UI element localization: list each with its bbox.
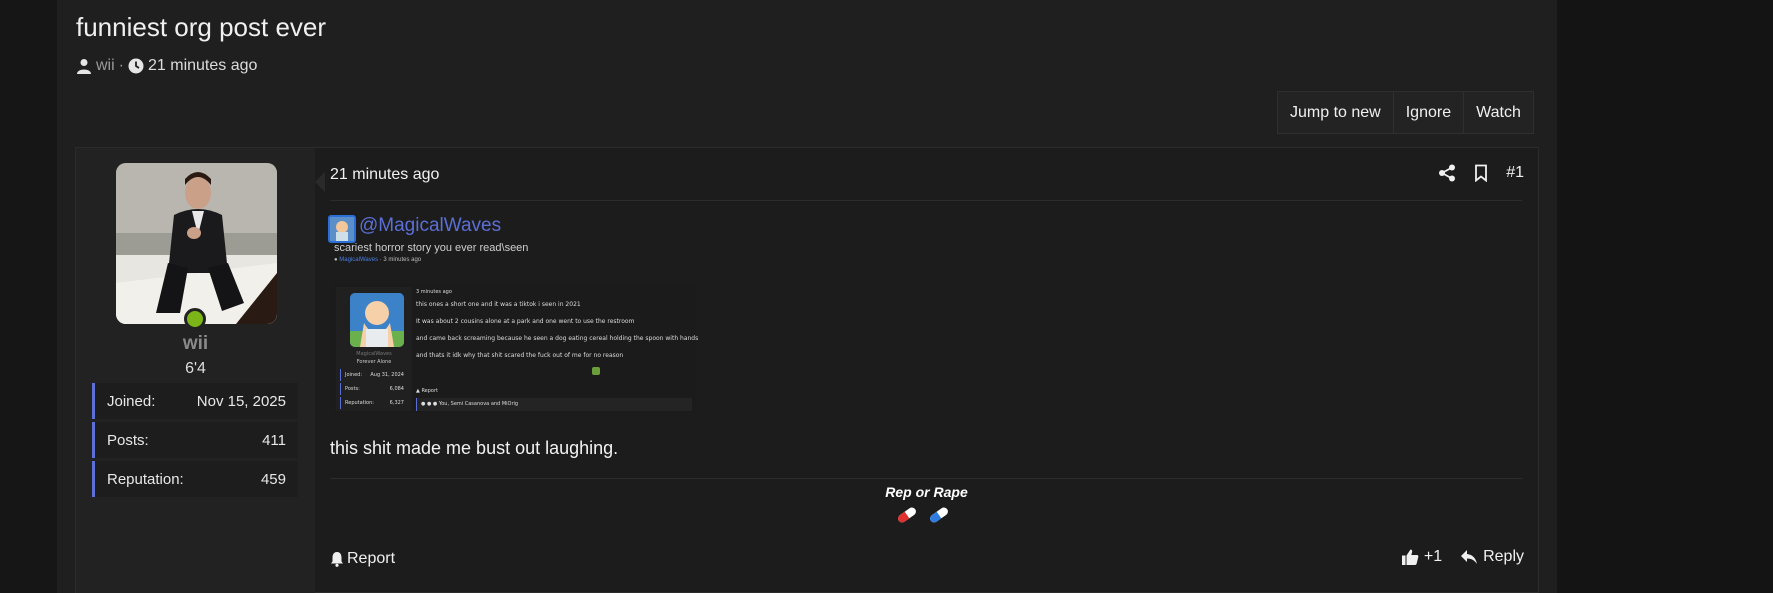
stat-value: 411 — [262, 431, 286, 449]
reply-label: Reply — [1483, 548, 1524, 565]
post-header-actions: #1 — [1438, 164, 1524, 182]
signature-divider — [330, 478, 1522, 479]
report-link[interactable]: Report — [330, 550, 395, 568]
avatar[interactable] — [116, 163, 277, 324]
stat-label: Joined: — [107, 392, 156, 410]
post-main-column: 21 minutes ago #1 @MagicalWaves scariest… — [315, 148, 1538, 593]
post-body-text: this shit made me bust out laughing. — [330, 438, 619, 458]
thread-author-link[interactable]: wii — [96, 57, 115, 75]
embed-post-line: this ones a short one and it was a tikto… — [416, 301, 581, 308]
user-stat-posts: Posts: 411 — [92, 422, 298, 458]
watch-button[interactable]: Watch — [1464, 92, 1533, 133]
embed-post-main: 3 minutes ago this ones a short one and … — [416, 287, 698, 411]
page-gutter-right — [1557, 0, 1773, 593]
reply-icon — [1461, 550, 1478, 564]
embed-emoji — [592, 367, 600, 375]
embed-post-line: and came back screaming because he seen … — [416, 335, 699, 342]
online-status-indicator — [184, 308, 206, 330]
embed-meta-author: MagicalWaves — [339, 257, 379, 263]
embed-meta: ● MagicalWaves · 3 minutes ago — [334, 257, 421, 263]
embed-card-stat: Posts: 6,084 — [340, 383, 408, 395]
signature-pills — [895, 504, 955, 526]
pill-icon — [898, 507, 916, 523]
embed-stat-label: Joined: — [345, 372, 363, 378]
stat-label: Posts: — [107, 431, 149, 449]
embed-report: ▲ Report — [416, 388, 439, 394]
embed-card-stat: Joined: Aug 31, 2024 — [340, 369, 408, 381]
user-stat-reputation: Reputation: 459 — [92, 461, 298, 497]
embed-stat-value: Aug 31, 2024 — [370, 372, 404, 378]
thread-title: funniest org post ever — [76, 12, 327, 42]
share-icon[interactable] — [1438, 164, 1456, 182]
user-stat-joined: Joined: Nov 15, 2025 — [92, 383, 298, 419]
embed-meta-time: · 3 minutes ago — [379, 257, 422, 263]
embed-stat-value: 6,327 — [389, 400, 404, 406]
ignore-button[interactable]: Ignore — [1394, 92, 1465, 133]
user-title: 6'4 — [185, 360, 206, 377]
thread-meta: wii · 21 minutes ago — [76, 55, 257, 77]
avatar-image — [116, 163, 277, 324]
embed-avatar — [328, 215, 356, 243]
stat-value: 459 — [260, 470, 286, 488]
embed-post-time: 3 minutes ago — [416, 289, 452, 295]
embed-post-line: and thats it idk why that shit scared th… — [416, 352, 624, 359]
thumbs-up-icon — [1401, 549, 1419, 565]
user-icon — [77, 59, 91, 74]
embed-card-stat: Reputation: 6,327 — [340, 397, 408, 409]
embed-post-card: MagicalWaves Forever Alone Joined: Aug 31… — [332, 283, 698, 413]
post-number-link[interactable]: #1 — [1506, 164, 1524, 182]
embed-report-label: Report — [421, 388, 439, 394]
embed-post-line: It was about 2 cousins alone at a park a… — [416, 318, 635, 325]
thread-action-buttons: Jump to new Ignore Watch — [1277, 91, 1534, 134]
embed-reactions-text: You, Semi Casanova and MiOrig — [438, 401, 519, 407]
post-time[interactable]: 21 minutes ago — [330, 166, 439, 184]
embed-mention-link[interactable]: @MagicalWaves — [359, 215, 501, 237]
embed-stat-value: 6,084 — [389, 386, 404, 392]
embed-card-user-title: Forever Alone — [356, 359, 392, 365]
like-button[interactable]: +1 — [1401, 548, 1442, 566]
post-header-divider — [330, 200, 1522, 201]
clock-icon — [128, 58, 144, 74]
post-container: wii 6'4 Joined: Nov 15, 2025 Posts: 411 … — [75, 147, 1539, 593]
embed-meta-user-icon: ● — [334, 257, 338, 263]
embedded-screenshot: @MagicalWaves scariest horror story you … — [328, 215, 698, 415]
post-username[interactable]: wii — [76, 333, 315, 355]
post-user-column: wii 6'4 Joined: Nov 15, 2025 Posts: 411 … — [76, 148, 315, 593]
pill-icon — [930, 507, 948, 523]
thread-page: funniest org post ever wii · 21 minutes … — [57, 0, 1557, 593]
embed-stat-label: Posts: — [345, 386, 360, 392]
embed-user-column: MagicalWaves Forever Alone Joined: Aug 31… — [336, 287, 412, 411]
post-footer-actions: +1 Reply — [1401, 548, 1524, 566]
embed-subtitle: scariest horror story you ever read\seen — [334, 242, 529, 254]
meta-separator: · — [118, 57, 124, 74]
embed-card-avatar — [350, 293, 404, 347]
reply-button[interactable]: Reply — [1460, 548, 1524, 566]
embed-card-username: MagicalWaves — [356, 351, 392, 357]
stat-label: Reputation: — [107, 470, 184, 488]
like-count: +1 — [1423, 548, 1443, 565]
embed-stat-label: Reputation: — [345, 400, 374, 406]
embed-reactions-bar: ● ● ● You, Semi Casanova and MiOrig — [416, 398, 692, 411]
jump-to-new-button[interactable]: Jump to new — [1278, 92, 1394, 133]
signature-text: Rep or Rape — [885, 484, 968, 500]
page-gutter-left — [0, 0, 57, 593]
bell-icon — [331, 552, 343, 567]
report-label: Report — [347, 550, 396, 567]
thread-time[interactable]: 21 minutes ago — [148, 57, 257, 75]
stat-value: Nov 15, 2025 — [196, 392, 286, 410]
bookmark-icon[interactable] — [1472, 164, 1490, 182]
